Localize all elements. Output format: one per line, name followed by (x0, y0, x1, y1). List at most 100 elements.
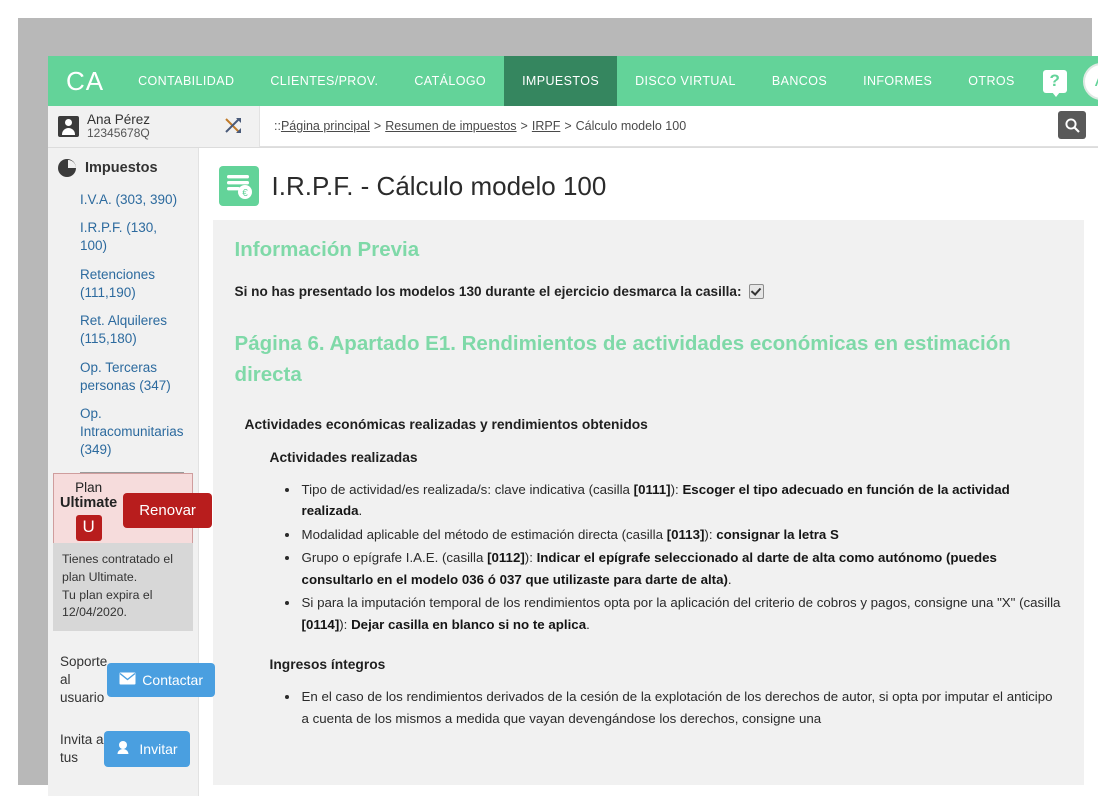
sub-header: Ana Pérez 12345678Q :: Página principal … (48, 106, 1098, 148)
bullet-mid: ): (339, 616, 352, 632)
sidebar-item-retenciones[interactable]: Retenciones (111,190) (48, 261, 198, 307)
section-title: Actividades económicas realizadas y rend… (244, 416, 648, 432)
support-label: Soporte al usuario (60, 654, 108, 706)
nav-item-informes[interactable]: INFORMES (845, 56, 950, 106)
pie-chart-icon (58, 159, 76, 177)
app-window: CA CONTABILIDAD CLIENTES/PROV. CATÁLOGO … (48, 56, 1098, 796)
support-row: Soporte al usuario Contactar (60, 653, 215, 708)
invite-button-label: Invitar (139, 741, 178, 758)
sub-section-title-actividades: Actividades realizadas (269, 449, 418, 465)
breadcrumb-item-resumen-de-impuestos[interactable]: Resumen de impuestos (385, 119, 516, 133)
user-summary: Ana Pérez 12345678Q (48, 106, 260, 147)
bullet-text: Tipo de actividad/es realizada/s: clave … (301, 481, 634, 497)
list-item: Si para la imputación temporal de los re… (300, 592, 1062, 635)
screenshot-root: CA CONTABILIDAD CLIENTES/PROV. CATÁLOGO … (0, 0, 1110, 803)
invite-row: Invita a tus Invitar (60, 731, 190, 768)
sidebar-header-label: Impuestos (85, 160, 158, 176)
contact-button-label: Contactar (142, 672, 203, 689)
bullet-text: Si para la imputación temporal de los re… (301, 595, 1061, 611)
sidebar-item-op-terceras-personas[interactable]: Op. Terceras personas (347) (48, 354, 198, 400)
bullet-tail: . (727, 571, 732, 587)
breadcrumb-item-current: Cálculo modelo 100 (575, 119, 687, 133)
shuffle-icon[interactable] (224, 117, 243, 136)
content-panel: Información Previa Si no has presentado … (212, 220, 1084, 785)
bullet-mid: ): (704, 526, 717, 542)
sidebar-item-ret-alquileres[interactable]: Ret. Alquileres (115,180) (48, 307, 198, 353)
list-item: Tipo de actividad/es realizada/s: clave … (300, 479, 1062, 522)
body-wrapper: Impuestos I.V.A. (303, 390) I.R.P.F. (13… (48, 148, 1098, 796)
breadcrumb-prefix: :: (274, 119, 281, 133)
user-icon (58, 116, 79, 137)
invite-label: Invita a tus (60, 732, 104, 766)
sidebar: Impuestos I.V.A. (303, 390) I.R.P.F. (13… (48, 148, 215, 796)
user-text: Ana Pérez 12345678Q (87, 112, 150, 141)
main-content: € I.R.P.F. - Cálculo modelo 100 Informac… (198, 148, 1098, 796)
breadcrumb-item-pagina-principal[interactable]: Página principal (281, 119, 370, 133)
breadcrumb-item-irpf[interactable]: IRPF (532, 119, 560, 133)
sidebar-item-iva[interactable]: I.V.A. (303, 390) (48, 186, 198, 214)
plan-note-line-1: Tienes contratado el plan Ultimate. (62, 552, 173, 584)
renew-button[interactable]: Renovar (123, 493, 212, 529)
sub-section-title-ingresos: Ingresos íntegros (269, 657, 386, 673)
page-title: I.R.P.F. - Cálculo modelo 100 (271, 170, 607, 201)
plan-note: Tienes contratado el plan Ultimate. Tu p… (53, 543, 193, 632)
question-mark-icon: ? (1042, 69, 1067, 97)
bullet-text: En el caso de los rendimientos derivados… (301, 689, 1053, 726)
sidebar-header: Impuestos (48, 148, 198, 186)
page-heading: Página 6. Apartado E1. Rendimientos de a… (234, 332, 1011, 386)
sidebar-item-irpf[interactable]: I.R.P.F. (130, 100) (48, 214, 198, 260)
bullet-list-ingresos: En el caso de los rendimientos derivados… (235, 686, 1062, 729)
bullet-bold: consignar la letra S (716, 526, 839, 542)
user-name: Ana Pérez (87, 111, 151, 127)
bullet-code: [0114] (301, 616, 340, 632)
list-item: En el caso de los rendimientos derivados… (300, 686, 1062, 729)
person-add-icon (116, 740, 133, 758)
nav-item-otros[interactable]: OTROS (950, 56, 1032, 106)
contact-button[interactable]: Contactar (107, 663, 215, 698)
bullet-text: Grupo o epígrafe I.A.E. (casilla (301, 550, 488, 566)
list-item: Modalidad aplicable del método de estima… (300, 524, 1062, 546)
info-previa-row: Si no has presentado los modelos 130 dur… (235, 284, 1062, 299)
breadcrumb: :: Página principal > Resumen de impuest… (260, 106, 1098, 147)
section-info-title: Información Previa (234, 238, 420, 261)
brand-logo[interactable]: CA (48, 56, 120, 106)
account-menu[interactable]: A (1077, 56, 1098, 106)
plan-name: Ultimate (60, 494, 118, 511)
plan-box: Plan Ultimate U Renovar (53, 473, 212, 551)
modelos-130-checkbox[interactable] (748, 284, 764, 299)
bullet-list-actividades: Tipo de actividad/es realizada/s: clave … (235, 479, 1062, 636)
help-button[interactable]: ? (1033, 56, 1077, 106)
bullet-tail: . (358, 503, 363, 519)
bullet-text: Modalidad aplicable del método de estima… (301, 526, 667, 542)
main-navbar: CA CONTABILIDAD CLIENTES/PROV. CATÁLOGO … (48, 56, 1098, 106)
nav-item-impuestos[interactable]: IMPUESTOS (504, 56, 618, 106)
breadcrumb-separator: > (564, 119, 572, 133)
info-previa-text: Si no has presentado los modelos 130 dur… (234, 284, 742, 299)
user-nif: 12345678Q (87, 126, 150, 141)
nav-item-disco-virtual[interactable]: DISCO VIRTUAL (617, 56, 754, 106)
nav-item-contabilidad[interactable]: CONTABILIDAD (120, 56, 252, 106)
invite-button[interactable]: Invitar (104, 731, 190, 768)
plan-badge: U (75, 514, 102, 541)
bullet-tail: . (586, 616, 590, 632)
bullet-code: [0112] (487, 550, 525, 566)
window-frame: CA CONTABILIDAD CLIENTES/PROV. CATÁLOGO … (18, 18, 1098, 796)
nav-item-clientes-prov[interactable]: CLIENTES/PROV. (252, 56, 396, 106)
breadcrumb-separator: > (520, 119, 528, 133)
bullet-code: [0113] (666, 526, 705, 542)
avatar: A (1082, 62, 1098, 100)
bullet-bold: Dejar casilla en blanco si no te aplica (351, 616, 587, 632)
bullet-code: [0111] (633, 481, 671, 497)
plan-word: Plan (75, 480, 103, 495)
sidebar-item-op-intracomunitarias[interactable]: Op. Intracomunitarias (349) (48, 400, 198, 465)
search-button[interactable] (1058, 111, 1086, 139)
bullet-mid: ): (524, 550, 537, 566)
bullet-mid: ): (670, 481, 683, 497)
plan-note-line-2: Tu plan expira el 12/04/2020. (62, 587, 153, 620)
list-item: Grupo o epígrafe I.A.E. (casilla [0112])… (300, 547, 1062, 590)
nav-item-catalogo[interactable]: CATÁLOGO (396, 56, 504, 106)
plan-info: Plan Ultimate U (60, 480, 118, 541)
invoice-euro-icon: € (218, 166, 259, 206)
envelope-icon (119, 672, 136, 688)
nav-item-bancos[interactable]: BANCOS (754, 56, 845, 106)
